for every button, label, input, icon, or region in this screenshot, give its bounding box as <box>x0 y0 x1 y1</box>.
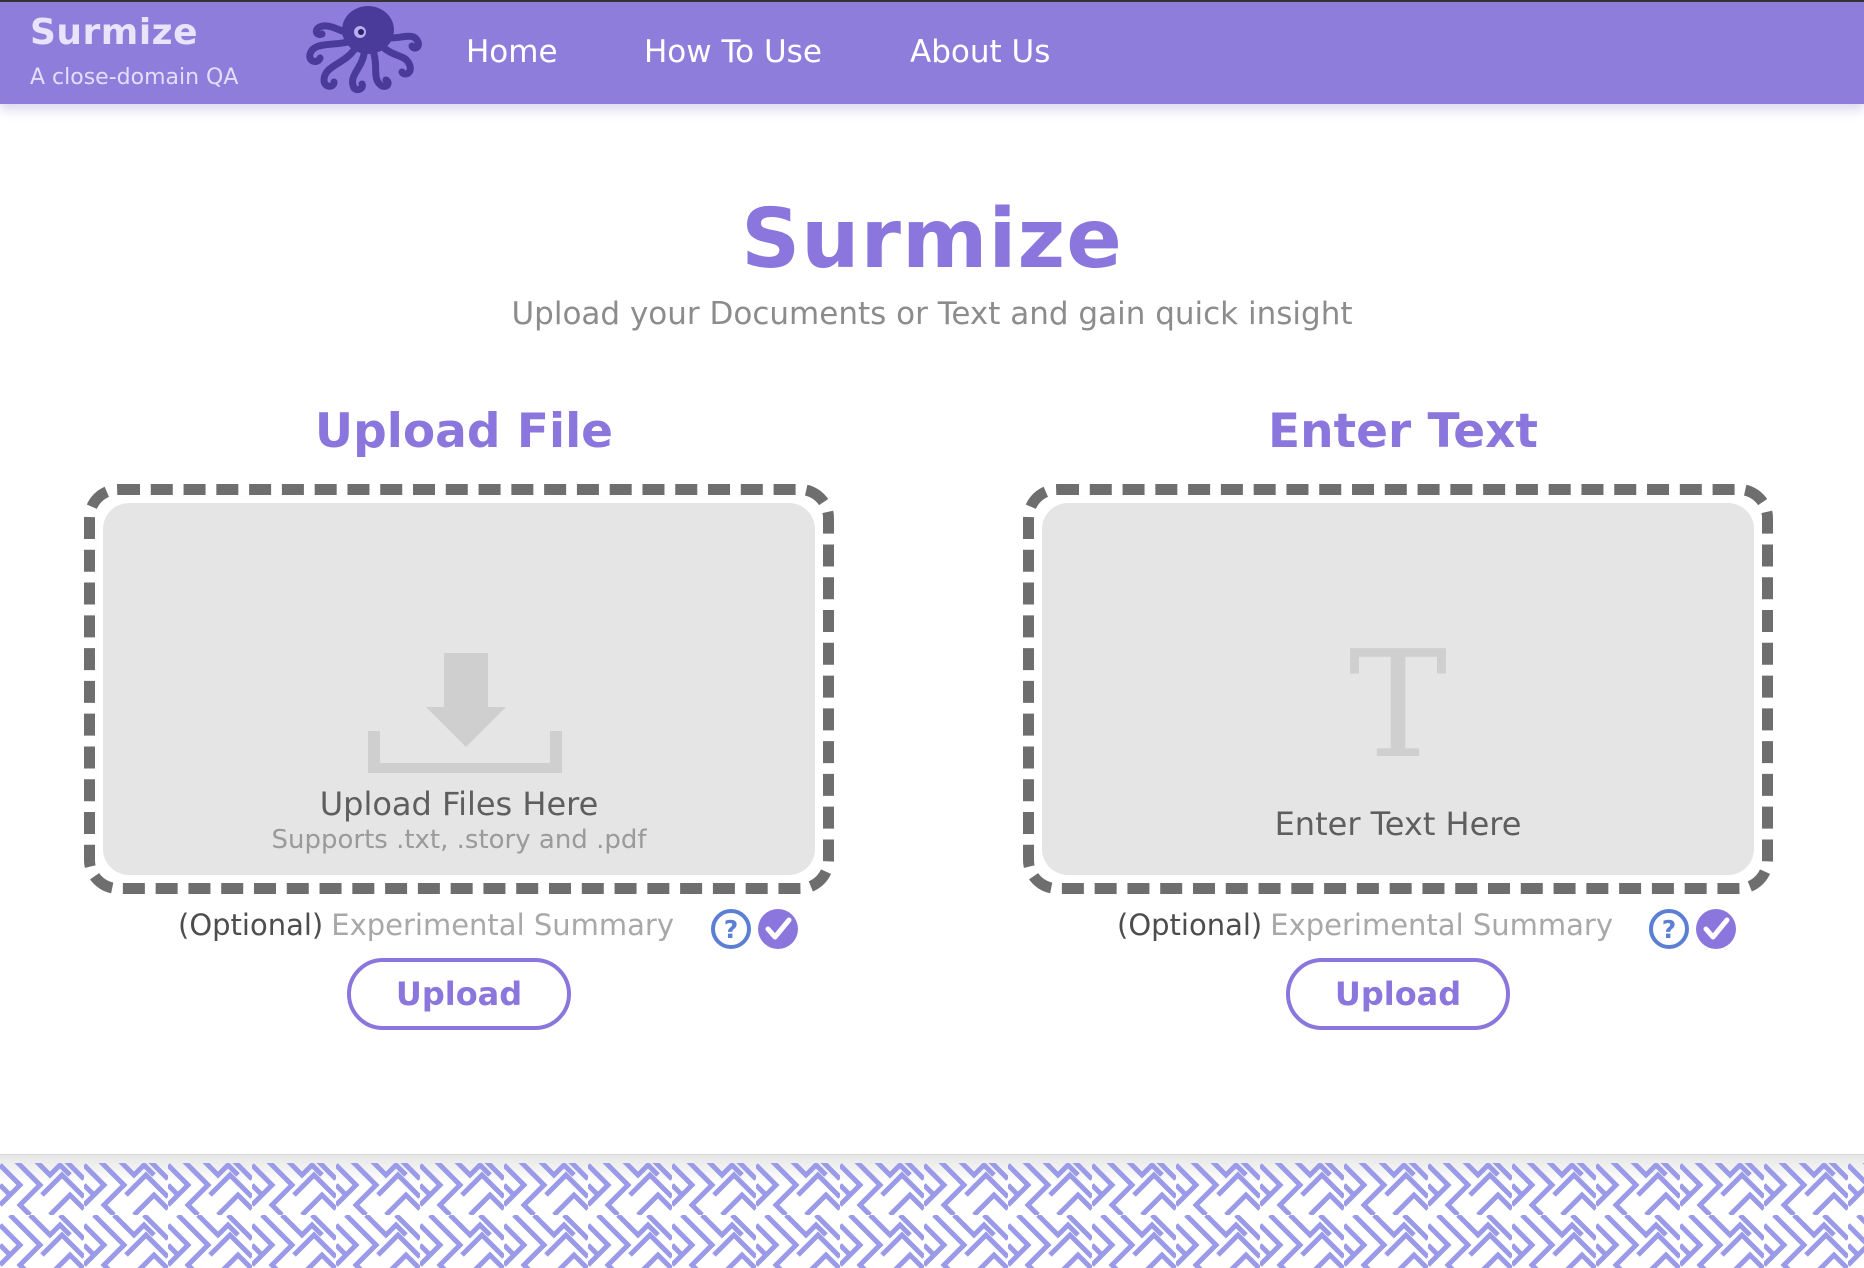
brand[interactable]: Surmize A close-domain QA <box>30 12 238 90</box>
text-summary-icons: ? <box>1648 908 1737 952</box>
nav-home[interactable]: Home <box>466 34 558 70</box>
summary-checkbox-checked-icon[interactable] <box>1695 908 1737 950</box>
file-dropzone-hint: Supports .txt, .story and .pdf <box>271 825 647 855</box>
file-dropzone-title: Upload Files Here <box>319 785 599 823</box>
text-entry-title: Enter Text Here <box>1274 805 1522 843</box>
enter-text-heading: Enter Text <box>1268 404 1538 459</box>
help-icon[interactable]: ? <box>1648 908 1690 950</box>
text-t-icon: T <box>1348 619 1448 791</box>
upload-file-heading: Upload File <box>314 404 614 459</box>
text-upload-button[interactable]: Upload <box>1286 958 1510 1030</box>
text-entry-zone[interactable]: T Enter Text Here <box>1023 484 1773 894</box>
text-entry-area: T Enter Text Here <box>1042 503 1754 875</box>
file-optional-label: (Optional) <box>178 908 324 942</box>
file-summary-icons: ? <box>710 908 799 952</box>
text-experimental-label: Experimental Summary <box>1270 908 1613 942</box>
page-title: Surmize <box>741 192 1123 287</box>
summary-checkbox-checked-icon[interactable] <box>757 908 799 950</box>
download-tray-icon <box>368 653 562 773</box>
file-dropzone-area: Upload Files Here Supports .txt, .story … <box>103 503 815 875</box>
file-experimental-label: Experimental Summary <box>331 908 674 942</box>
help-icon[interactable]: ? <box>710 908 752 950</box>
text-optional-label: (Optional) <box>1117 908 1263 942</box>
file-summary-option: (Optional) Experimental Summary <box>178 908 674 952</box>
nav-how-to-use[interactable]: How To Use <box>644 34 822 70</box>
navbar: Surmize A close-domain QA Home How To Us… <box>0 0 1864 104</box>
nav-about-us[interactable]: About Us <box>910 34 1050 70</box>
brand-name: Surmize <box>30 12 199 53</box>
text-summary-option: (Optional) Experimental Summary <box>1117 908 1613 952</box>
brand-tagline: A close-domain QA <box>30 65 239 90</box>
svg-text:?: ? <box>724 915 739 944</box>
svg-text:?: ? <box>1662 915 1677 944</box>
footer-pattern <box>0 1154 1864 1268</box>
page-subtitle: Upload your Documents or Text and gain q… <box>511 296 1353 332</box>
file-upload-button[interactable]: Upload <box>347 958 571 1030</box>
file-dropzone[interactable]: Upload Files Here Supports .txt, .story … <box>84 484 834 894</box>
octopus-icon <box>306 6 422 94</box>
maze-pattern-decoration <box>0 1155 1864 1268</box>
